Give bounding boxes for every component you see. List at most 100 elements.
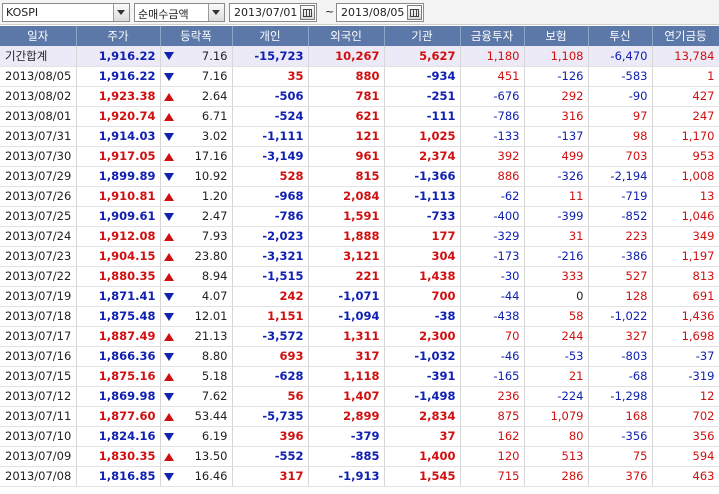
triangle-up-icon: [163, 372, 174, 381]
table-row[interactable]: 2013/07/17 1,887.49 21.13 -3,572 1,311 2,300 7…: [0, 326, 719, 347]
table-row[interactable]: 2013/07/10 1,824.16 6.19 396 -379 37 162 80 -356…: [0, 426, 719, 447]
triangle-down-icon: [163, 72, 174, 81]
triangle-down-icon: [163, 172, 174, 181]
cell-date: 2013/07/31: [0, 126, 77, 147]
market-select[interactable]: KOSPI: [2, 3, 130, 22]
cell-investment-trust: 223: [588, 226, 653, 247]
cell-date: 2013/07/26: [0, 186, 77, 207]
table-row[interactable]: 2013/07/19 1,871.41 4.07 242 -1,071 700 -44 0 12…: [0, 286, 719, 307]
cell-financial-investment: 120: [460, 446, 525, 467]
col-header-foreign[interactable]: 외국인: [308, 26, 385, 46]
table-row[interactable]: 2013/07/30 1,917.05 17.16 -3,149 961 2,374 392…: [0, 146, 719, 167]
investor-trading-table: 일자 주가 등락폭 개인 외국인 기관 금융투자 보험 투신 연기금등 기간합계…: [0, 26, 719, 487]
table-row[interactable]: 2013/08/01 1,920.74 6.71 -524 621 -111 -786 316…: [0, 106, 719, 127]
market-dropdown-button[interactable]: [113, 4, 129, 21]
col-header-date[interactable]: 일자: [0, 26, 77, 46]
cell-financial-investment: -46: [460, 346, 525, 367]
cell-insurance: 244: [524, 326, 589, 347]
col-header-investment-trust[interactable]: 투신: [588, 26, 653, 46]
cell-price: 1,909.61: [76, 206, 161, 227]
table-row[interactable]: 2013/07/24 1,912.08 7.93 -2,023 1,888 177 -329…: [0, 226, 719, 247]
cell-personal: 528: [232, 166, 309, 187]
cell-date: 2013/07/30: [0, 146, 77, 167]
end-date-field[interactable]: 2013/08/05: [336, 3, 424, 22]
cell-financial-investment: 451: [460, 66, 525, 87]
table-row[interactable]: 2013/07/12 1,869.98 7.62 56 1,407 -1,498 236 -2…: [0, 386, 719, 407]
period-total-row[interactable]: 기간합계 1,916.22 7.16 -15,723 10,267 5,627 1,180 1…: [0, 46, 719, 67]
cell-investment-trust: -356: [588, 426, 653, 447]
table-row[interactable]: 2013/07/11 1,877.60 53.44 -5,735 2,899 2,834 8…: [0, 406, 719, 427]
table-row[interactable]: 2013/07/08 1,816.85 16.46 317 -1,913 1,545 715…: [0, 466, 719, 487]
cell-financial-investment: -173: [460, 246, 525, 267]
cell-pension: 427: [652, 86, 719, 107]
cell-institution: -391: [384, 366, 461, 387]
table-row[interactable]: 2013/07/22 1,880.35 8.94 -1,515 221 1,438 -30 3…: [0, 266, 719, 287]
cell-personal: -2,023: [232, 226, 309, 247]
cell-date: 2013/08/01: [0, 106, 77, 127]
change-value: 8.94: [201, 269, 228, 283]
cell-insurance: 0: [524, 286, 589, 307]
cell-financial-investment: -329: [460, 226, 525, 247]
cell-insurance: 513: [524, 446, 589, 467]
cell-insurance: 292: [524, 86, 589, 107]
table-row[interactable]: 2013/07/16 1,866.36 8.80 693 317 -1,032 -46 -53…: [0, 346, 719, 367]
cell-financial-investment: -165: [460, 366, 525, 387]
cell-personal: -3,321: [232, 246, 309, 267]
metric-select[interactable]: 순매수금액: [134, 3, 225, 22]
col-header-change[interactable]: 등락폭: [160, 26, 233, 46]
triangle-up-icon: [163, 192, 174, 201]
table-row[interactable]: 2013/07/25 1,909.61 2.47 -786 1,591 -733 -400-…: [0, 206, 719, 227]
cell-insurance: 286: [524, 466, 589, 487]
cell-insurance: 333: [524, 266, 589, 287]
table-row[interactable]: 2013/08/05 1,916.22 7.16 35 880 -934 451 -126 -5…: [0, 66, 719, 87]
end-calendar-button[interactable]: [407, 5, 422, 20]
cell-financial-investment: -133: [460, 126, 525, 147]
col-header-insurance[interactable]: 보험: [524, 26, 589, 46]
cell-financial-investment: 875: [460, 406, 525, 427]
cell-price: 1,912.08: [76, 226, 161, 247]
cell-insurance: -126: [524, 66, 589, 87]
cell-date: 2013/07/25: [0, 206, 77, 227]
col-header-institution[interactable]: 기관: [384, 26, 461, 46]
table-row[interactable]: 2013/07/15 1,875.16 5.18 -628 1,118 -391 -165 2…: [0, 366, 719, 387]
start-calendar-button[interactable]: [300, 5, 315, 20]
table-row[interactable]: 2013/07/18 1,875.48 12.01 1,151 -1,094 -38 -43…: [0, 306, 719, 327]
change-value: 7.16: [201, 69, 228, 83]
cell-price: 1,910.81: [76, 186, 161, 207]
change-value: 53.44: [194, 409, 228, 423]
metric-dropdown-button[interactable]: [208, 4, 224, 21]
cell-pension: 12: [652, 386, 719, 407]
cell-date: 2013/07/24: [0, 226, 77, 247]
cell-date: 2013/07/18: [0, 306, 77, 327]
cell-foreign: 10,267: [308, 46, 385, 67]
cell-investment-trust: 98: [588, 126, 653, 147]
col-header-pension[interactable]: 연기금등: [652, 26, 719, 46]
start-date-value: 2013/07/01: [234, 6, 298, 19]
cell-insurance: -326: [524, 166, 589, 187]
cell-insurance: 58: [524, 306, 589, 327]
change-value: 17.16: [194, 149, 228, 163]
start-date-field[interactable]: 2013/07/01: [229, 3, 317, 22]
cell-insurance: 316: [524, 106, 589, 127]
cell-foreign: 317: [308, 346, 385, 367]
table-row[interactable]: 2013/07/09 1,830.35 13.50 -552 -885 1,400 120 5…: [0, 446, 719, 467]
cell-insurance: 80: [524, 426, 589, 447]
cell-foreign: 815: [308, 166, 385, 187]
col-header-financial-investment[interactable]: 금융투자: [460, 26, 525, 46]
cell-change: 23.80: [160, 246, 233, 267]
cell-foreign: -1,913: [308, 466, 385, 487]
table-row[interactable]: 2013/08/02 1,923.38 2.64 -506 781 -251 -676 292…: [0, 86, 719, 107]
change-value: 21.13: [194, 329, 228, 343]
table-row[interactable]: 2013/07/29 1,899.89 10.92 528 815 -1,366 886 -3…: [0, 166, 719, 187]
table-row[interactable]: 2013/07/31 1,914.03 3.02 -1,111 121 1,025 -133…: [0, 126, 719, 147]
table-row[interactable]: 2013/07/23 1,904.15 23.80 -3,321 3,121 304 -17…: [0, 246, 719, 267]
cell-change: 21.13: [160, 326, 233, 347]
table-row[interactable]: 2013/07/26 1,910.81 1.20 -968 2,084 -1,113 -62…: [0, 186, 719, 207]
table-header-row: 일자 주가 등락폭 개인 외국인 기관 금융투자 보험 투신 연기금등: [0, 26, 719, 46]
change-value: 7.16: [201, 48, 228, 63]
col-header-price[interactable]: 주가: [76, 26, 161, 46]
cell-change: 2.64: [160, 86, 233, 107]
cell-change: 6.71: [160, 106, 233, 127]
cell-foreign: -1,094: [308, 306, 385, 327]
col-header-personal[interactable]: 개인: [232, 26, 309, 46]
